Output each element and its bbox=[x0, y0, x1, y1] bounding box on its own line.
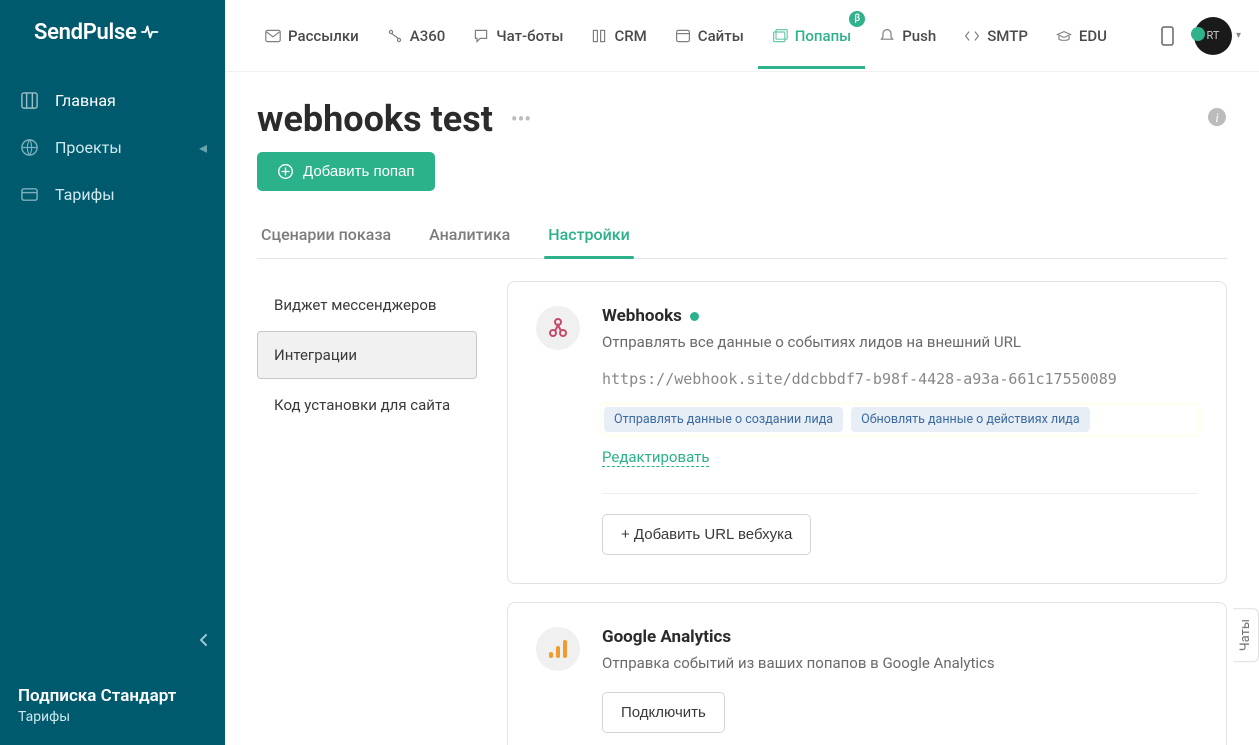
button-label: Добавить попап bbox=[303, 163, 415, 180]
card-desc: Отправка событий из ваших попапов в Goog… bbox=[602, 653, 1198, 674]
mobile-icon[interactable] bbox=[1161, 26, 1174, 46]
topnav-crm[interactable]: CRM bbox=[577, 3, 660, 69]
sidebar-footer: Подписка Стандарт Тарифы bbox=[0, 686, 225, 745]
settings-nav-integrations[interactable]: Интеграции bbox=[257, 331, 477, 379]
topnav-label: Сайты bbox=[698, 27, 744, 45]
sidebar-item-label: Проекты bbox=[55, 138, 122, 157]
topnav-label: Попапы bbox=[795, 27, 851, 45]
pulse-icon bbox=[141, 21, 163, 45]
brand-logo[interactable]: SendPulse bbox=[0, 0, 225, 73]
popup-icon bbox=[772, 28, 788, 44]
settings-nav-install-code[interactable]: Код установки для сайта bbox=[257, 381, 477, 429]
topnav-sites[interactable]: Сайты bbox=[661, 3, 758, 69]
avatar-initials: RT bbox=[1207, 29, 1220, 42]
mail-icon bbox=[265, 28, 281, 44]
code-icon bbox=[964, 28, 980, 44]
subscription-label: Подписка Стандарт bbox=[18, 686, 207, 706]
settings-row: Виджет мессенджеров Интеграции Код устан… bbox=[257, 281, 1227, 745]
topnav-label: Чат-боты bbox=[496, 27, 563, 45]
connect-ga-button[interactable]: Подключить bbox=[602, 692, 725, 733]
plans-link[interactable]: Тарифы bbox=[18, 709, 207, 725]
browser-icon bbox=[675, 28, 691, 44]
topnav-popups[interactable]: Попапы β bbox=[758, 3, 865, 69]
sidebar-nav: Главная Проекты ◂ Тарифы bbox=[0, 73, 225, 218]
cap-icon bbox=[1056, 28, 1072, 44]
webhook-url: https://webhook.site/ddcbbdf7-b98f-4428-… bbox=[602, 369, 1198, 391]
sidebar-item-home[interactable]: Главная bbox=[0, 77, 225, 124]
page-head: webhooks test ••• i bbox=[257, 98, 1227, 140]
webhook-icon bbox=[536, 306, 580, 350]
topnav-chatbots[interactable]: Чат-боты bbox=[459, 3, 577, 69]
card-body: Webhooks Отправлять все данные о события… bbox=[602, 306, 1198, 555]
topnav-label: A360 bbox=[410, 27, 446, 45]
settings-nav-widget[interactable]: Виджет мессенджеров bbox=[257, 281, 477, 329]
webhook-tags: Отправлять данные о создании лида Обновл… bbox=[602, 405, 1198, 434]
chevron-left-icon: ◂ bbox=[199, 138, 207, 157]
integration-cards: Webhooks Отправлять все данные о события… bbox=[507, 281, 1227, 745]
topnav-smtp[interactable]: SMTP bbox=[950, 3, 1042, 69]
tab-scenarios[interactable]: Сценарии показа bbox=[257, 215, 395, 258]
chevron-down-icon: ▾ bbox=[1236, 30, 1241, 41]
content-tabs: Сценарии показа Аналитика Настройки bbox=[257, 215, 1227, 259]
tab-settings[interactable]: Настройки bbox=[544, 215, 633, 258]
sidebar-item-projects[interactable]: Проекты ◂ bbox=[0, 124, 225, 171]
edit-link[interactable]: Редактировать bbox=[602, 448, 709, 467]
svg-text:i: i bbox=[1215, 110, 1219, 125]
brand-text: SendPulse bbox=[34, 20, 137, 45]
main: Рассылки A360 Чат-боты CRM Сайты Попапы … bbox=[225, 0, 1259, 745]
card-icon bbox=[20, 185, 39, 204]
tab-analytics[interactable]: Аналитика bbox=[425, 215, 514, 258]
flow-icon bbox=[387, 28, 403, 44]
content: webhooks test ••• i Добавить попап Сцена… bbox=[225, 72, 1259, 745]
settings-nav: Виджет мессенджеров Интеграции Код устан… bbox=[257, 281, 477, 745]
grid-icon bbox=[20, 91, 39, 110]
tag-update-lead: Обновлять данные о действиях лида bbox=[851, 407, 1090, 432]
bell-icon bbox=[879, 28, 895, 44]
tag-create-lead: Отправлять данные о создании лида bbox=[604, 407, 843, 432]
sidebar-item-label: Главная bbox=[55, 91, 116, 110]
more-icon[interactable]: ••• bbox=[511, 107, 531, 131]
globe-icon bbox=[20, 138, 39, 157]
topnav-push[interactable]: Push bbox=[865, 3, 950, 69]
topnav-edu[interactable]: EDU bbox=[1042, 3, 1121, 69]
topnav-label: SMTP bbox=[987, 27, 1028, 45]
info-icon[interactable]: i bbox=[1207, 107, 1227, 131]
topnav-label: CRM bbox=[614, 27, 646, 45]
sidebar: SendPulse Главная Проекты ◂ Тарифы Подпи… bbox=[0, 0, 225, 745]
plus-circle-icon bbox=[277, 163, 294, 180]
chevron-left-icon bbox=[197, 633, 211, 647]
status-active-dot bbox=[690, 312, 699, 321]
sidebar-item-label: Тарифы bbox=[55, 185, 115, 204]
columns-icon bbox=[591, 28, 607, 44]
topbar: Рассылки A360 Чат-боты CRM Сайты Попапы … bbox=[225, 0, 1259, 72]
user-menu[interactable]: RT ▾ bbox=[1194, 17, 1241, 55]
card-title: Webhooks bbox=[602, 306, 682, 326]
topnav-label: Рассылки bbox=[288, 27, 359, 45]
card-desc: Отправлять все данные о событиях лидов н… bbox=[602, 332, 1198, 353]
beta-badge: β bbox=[849, 11, 865, 27]
chat-icon bbox=[473, 28, 489, 44]
card-body: Google Analytics Отправка событий из ваш… bbox=[602, 627, 1198, 733]
sidebar-item-plans[interactable]: Тарифы bbox=[0, 171, 225, 218]
page-title: webhooks test bbox=[257, 98, 493, 140]
chats-side-tab[interactable]: Чаты bbox=[1233, 608, 1259, 662]
ga-card: Google Analytics Отправка событий из ваш… bbox=[507, 602, 1227, 745]
topnav-label: Push bbox=[902, 27, 936, 45]
add-popup-button[interactable]: Добавить попап bbox=[257, 152, 435, 191]
webhooks-card: Webhooks Отправлять все данные о события… bbox=[507, 281, 1227, 584]
topnav-campaigns[interactable]: Рассылки bbox=[251, 3, 373, 69]
sidebar-collapse[interactable] bbox=[191, 626, 217, 657]
topnav-label: EDU bbox=[1079, 27, 1107, 45]
divider bbox=[602, 493, 1198, 494]
card-title: Google Analytics bbox=[602, 627, 1198, 647]
topbar-right: RT ▾ bbox=[1161, 17, 1241, 55]
avatar: RT bbox=[1194, 17, 1232, 55]
add-webhook-url-button[interactable]: + Добавить URL вебхука bbox=[602, 514, 811, 555]
topnav-a360[interactable]: A360 bbox=[373, 3, 460, 69]
ga-icon bbox=[536, 627, 580, 671]
card-title-row: Webhooks bbox=[602, 306, 1198, 326]
